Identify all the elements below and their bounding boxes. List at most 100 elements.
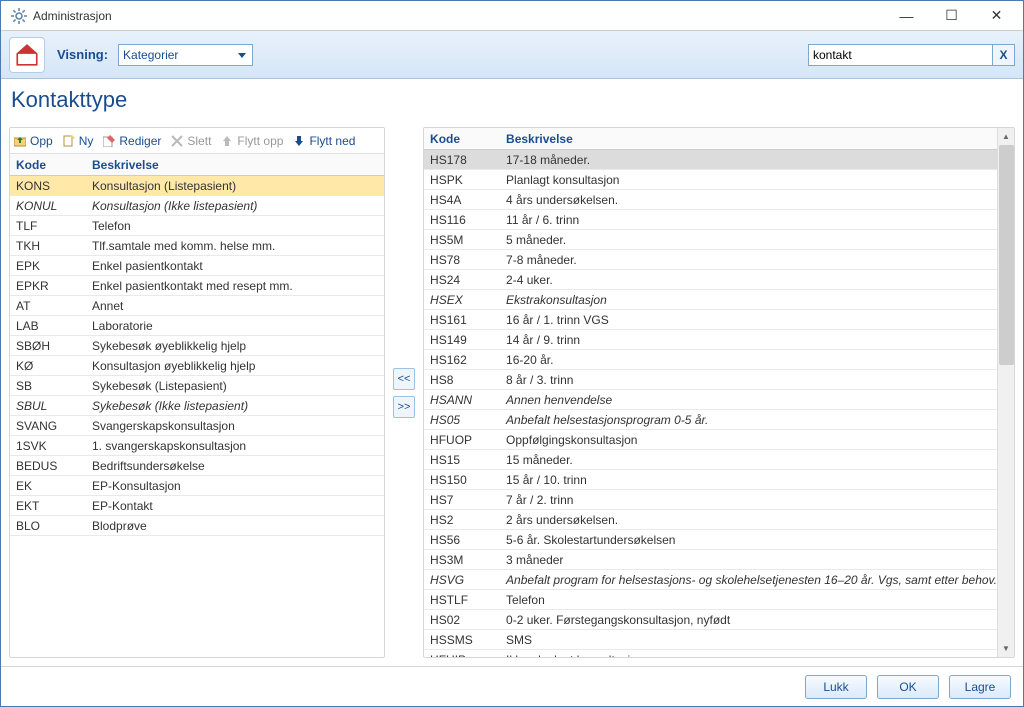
cell-kode: SBUL (10, 399, 86, 413)
table-row[interactable]: EPKEnkel pasientkontakt (10, 256, 384, 276)
table-row[interactable]: HS17817-18 måneder. (424, 150, 997, 170)
cell-kode: EPK (10, 259, 86, 273)
table-row[interactable]: BLOBlodprøve (10, 516, 384, 536)
scroll-thumb[interactable] (999, 145, 1014, 365)
table-row[interactable]: HFUOPOppfølgingskonsultasjon (424, 430, 997, 450)
transfer-buttons: << >> (393, 127, 415, 658)
cell-kode: BEDUS (10, 459, 86, 473)
ok-button[interactable]: OK (877, 675, 939, 699)
cell-beskrivelse: 5 måneder. (500, 233, 997, 247)
table-row[interactable]: HS16116 år / 1. trinn VGS (424, 310, 997, 330)
move-left-button[interactable]: << (393, 368, 415, 390)
cell-kode: KONUL (10, 199, 86, 213)
gear-icon (11, 8, 27, 24)
table-row[interactable]: EPKREnkel pasientkontakt med resept mm. (10, 276, 384, 296)
scroll-down-icon[interactable]: ▼ (998, 640, 1015, 657)
table-row[interactable]: HS242-4 uker. (424, 270, 997, 290)
cell-beskrivelse: 14 år / 9. trinn (500, 333, 997, 347)
toolbar-ny[interactable]: Ny (63, 134, 94, 148)
cell-beskrivelse: Telefon (86, 219, 384, 233)
table-row[interactable]: KØKonsultasjon øyeblikkelig hjelp (10, 356, 384, 376)
table-row[interactable]: ATAnnet (10, 296, 384, 316)
table-row[interactable]: HSVGAnbefalt program for helsestasjons- … (424, 570, 997, 590)
cell-kode: HS78 (424, 253, 500, 267)
cell-beskrivelse: Laboratorie (86, 319, 384, 333)
col-beskrivelse-header[interactable]: Beskrivelse (86, 158, 384, 172)
table-row[interactable]: TLFTelefon (10, 216, 384, 236)
table-row[interactable]: HS020-2 uker. Førstegangskonsultasjon, n… (424, 610, 997, 630)
table-row[interactable]: HSANNAnnen henvendelse (424, 390, 997, 410)
right-table-header: Kode Beskrivelse (424, 128, 1014, 150)
maximize-button[interactable]: ☐ (929, 2, 974, 30)
table-row[interactable]: EKEP-Konsultasjon (10, 476, 384, 496)
table-row[interactable]: EKTEP-Kontakt (10, 496, 384, 516)
table-row[interactable]: HFUIPIkke planlagt konsultasjon (424, 650, 997, 657)
scrollbar[interactable]: ▲ ▼ (997, 128, 1014, 657)
cell-kode: HS162 (424, 353, 500, 367)
toolbar-flytt-opp[interactable]: Flytt opp (221, 134, 283, 148)
table-row[interactable]: HS5M5 måneder. (424, 230, 997, 250)
table-row[interactable]: HS16216-20 år. (424, 350, 997, 370)
close-button[interactable]: ✕ (974, 2, 1019, 30)
cell-kode: HFUIP (424, 653, 500, 658)
table-row[interactable]: HS14914 år / 9. trinn (424, 330, 997, 350)
cell-beskrivelse: Annet (86, 299, 384, 313)
table-row[interactable]: HS77 år / 2. trinn (424, 490, 997, 510)
cell-kode: SB (10, 379, 86, 393)
cell-kode: LAB (10, 319, 86, 333)
table-row[interactable]: HSSMSSMS (424, 630, 997, 650)
minimize-button[interactable]: — (884, 2, 929, 30)
table-row[interactable]: HS11611 år / 6. trinn (424, 210, 997, 230)
col-kode-header[interactable]: Kode (424, 132, 500, 146)
cell-beskrivelse: 7-8 måneder. (500, 253, 997, 267)
cell-beskrivelse: Anbefalt helsestasjonsprogram 0-5 år. (500, 413, 997, 427)
cell-beskrivelse: 2-4 uker. (500, 273, 997, 287)
table-row[interactable]: HSEXEkstrakonsultasjon (424, 290, 997, 310)
search-input[interactable] (808, 44, 993, 66)
window-title: Administrasjon (33, 9, 884, 23)
table-row[interactable]: HS05Anbefalt helsestasjonsprogram 0-5 år… (424, 410, 997, 430)
table-row[interactable]: HS4A4 års undersøkelsen. (424, 190, 997, 210)
cell-beskrivelse: 3 måneder (500, 553, 997, 567)
table-row[interactable]: HSTLFTelefon (424, 590, 997, 610)
toolbar-rediger[interactable]: Rediger (103, 134, 161, 148)
visning-dropdown[interactable]: Kategorier (118, 44, 253, 66)
arrow-up-icon (221, 135, 233, 147)
table-row[interactable]: SBSykebesøk (Listepasient) (10, 376, 384, 396)
table-row[interactable]: KONSKonsultasjon (Listepasient) (10, 176, 384, 196)
table-row[interactable]: HS3M3 måneder (424, 550, 997, 570)
table-row[interactable]: HS565-6 år. Skolestartundersøkelsen (424, 530, 997, 550)
table-row[interactable]: SBØHSykebesøk øyeblikkelig hjelp (10, 336, 384, 356)
move-right-button[interactable]: >> (393, 396, 415, 418)
cell-kode: HS161 (424, 313, 500, 327)
table-row[interactable]: HS88 år / 3. trinn (424, 370, 997, 390)
home-button[interactable] (9, 37, 45, 73)
table-row[interactable]: SBULSykebesøk (Ikke listepasient) (10, 396, 384, 416)
table-row[interactable]: HS1515 måneder. (424, 450, 997, 470)
table-row[interactable]: KONULKonsultasjon (Ikke listepasient) (10, 196, 384, 216)
cell-beskrivelse: Konsultasjon (Listepasient) (86, 179, 384, 193)
table-row[interactable]: BEDUSBedriftsundersøkelse (10, 456, 384, 476)
toolbar-opp[interactable]: Opp (14, 134, 53, 148)
cell-kode: HSTLF (424, 593, 500, 607)
footer: Lukk OK Lagre (1, 666, 1023, 706)
search-clear-button[interactable]: X (993, 44, 1015, 66)
lukk-button[interactable]: Lukk (805, 675, 867, 699)
table-row[interactable]: SVANGSvangerskapskonsultasjon (10, 416, 384, 436)
table-row[interactable]: TKHTlf.samtale med komm. helse mm. (10, 236, 384, 256)
col-beskrivelse-header[interactable]: Beskrivelse (500, 132, 997, 146)
col-kode-header[interactable]: Kode (10, 158, 86, 172)
toolbar-flytt-ned[interactable]: Flytt ned (293, 134, 355, 148)
table-row[interactable]: HSPKPlanlagt konsultasjon (424, 170, 997, 190)
table-row[interactable]: HS15015 år / 10. trinn (424, 470, 997, 490)
cell-kode: HS4A (424, 193, 500, 207)
table-row[interactable]: HS787-8 måneder. (424, 250, 997, 270)
table-row[interactable]: LABLaboratorie (10, 316, 384, 336)
toolbar-slett[interactable]: Slett (171, 134, 211, 148)
table-row[interactable]: HS22 års undersøkelsen. (424, 510, 997, 530)
delete-icon (171, 135, 183, 147)
lagre-button[interactable]: Lagre (949, 675, 1011, 699)
table-row[interactable]: 1SVK1. svangerskapskonsultasjon (10, 436, 384, 456)
cell-beskrivelse: 7 år / 2. trinn (500, 493, 997, 507)
scroll-up-icon[interactable]: ▲ (998, 128, 1015, 145)
